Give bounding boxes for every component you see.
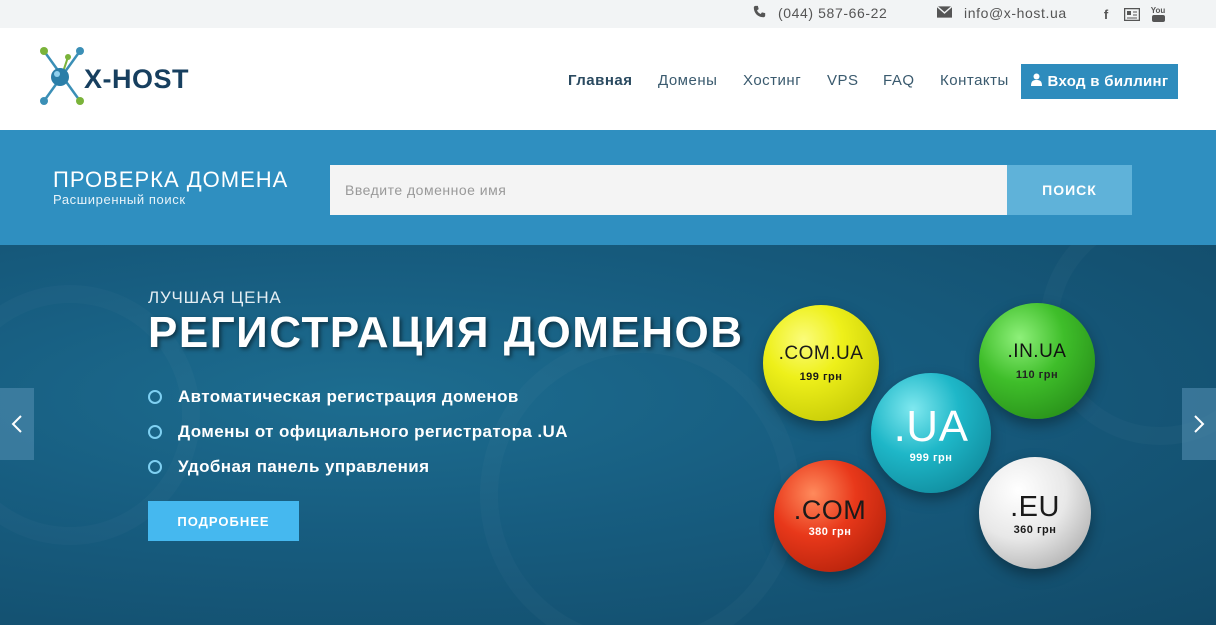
domain-ball-com[interactable]: .COM 380 грн <box>774 460 886 572</box>
feature-text: Удобная панель управления <box>178 457 430 476</box>
phone-number: (044) 587-66-22 <box>778 5 888 21</box>
nav-domains[interactable]: Домены <box>658 72 717 89</box>
domain-ball-eu[interactable]: .EU 360 грн <box>979 457 1091 569</box>
domain-price: 110 грн <box>1015 369 1059 381</box>
domain-zone: .COM.UA <box>778 343 864 364</box>
youtube-label: You <box>1150 5 1166 15</box>
domain-search-input[interactable] <box>330 165 1007 215</box>
domain-price: 380 грн <box>808 525 852 538</box>
facebook-icon[interactable]: f <box>1101 6 1111 22</box>
top-bar: (044) 587-66-22 info@x-host.ua f You <box>0 0 1216 28</box>
more-button[interactable]: ПОДРОБНЕЕ <box>148 501 299 541</box>
youtube-icon[interactable]: You <box>1151 6 1165 22</box>
chevron-left-icon <box>11 415 22 433</box>
envelope-icon <box>936 5 953 21</box>
domain-zone: .UA <box>893 402 969 451</box>
email-contact[interactable]: info@x-host.ua <box>936 5 1067 21</box>
domain-ball-in-ua[interactable]: .IN.UA 110 грн <box>979 303 1095 419</box>
circle-bullet-icon <box>148 390 162 404</box>
domain-price: 999 грн <box>909 452 953 464</box>
billing-login-button[interactable]: Вход в биллинг <box>1021 64 1178 99</box>
circle-bullet-icon <box>148 460 162 474</box>
feature-item: Автоматическая регистрация доменов <box>148 387 519 407</box>
nav-home[interactable]: Главная <box>568 72 633 89</box>
hero-label: ЛУЧШАЯ ЦЕНА <box>148 288 282 307</box>
news-icon[interactable] <box>1123 6 1141 22</box>
nav-vps[interactable]: VPS <box>827 72 859 89</box>
logo-text: X-HOST <box>84 64 190 94</box>
chevron-right-icon <box>1194 415 1205 433</box>
feature-text: Автоматическая регистрация доменов <box>178 387 519 406</box>
site-header: X-HOST Главная Домены Хостинг VPS FAQ Ко… <box>0 28 1216 130</box>
domain-zone: .IN.UA <box>1007 341 1067 362</box>
domain-zone: .EU <box>1010 490 1060 523</box>
atom-logo-icon <box>40 47 84 105</box>
nav-faq[interactable]: FAQ <box>883 72 915 89</box>
slider-next-button[interactable] <box>1182 388 1216 460</box>
domain-price: 199 грн <box>799 371 843 383</box>
feature-text: Домены от официального регистратора .UA <box>178 422 568 441</box>
phone-icon <box>753 5 766 21</box>
advanced-search-link[interactable]: Расширенный поиск <box>53 192 186 207</box>
billing-login-label: Вход в биллинг <box>1047 73 1169 90</box>
slider-prev-button[interactable] <box>0 388 34 460</box>
nav-hosting[interactable]: Хостинг <box>743 72 801 89</box>
email-address: info@x-host.ua <box>964 5 1067 21</box>
domain-search-button[interactable]: ПОИСК <box>1007 165 1132 215</box>
hero-decoration <box>480 335 800 625</box>
domain-zone: .COM <box>793 494 867 525</box>
logo[interactable]: X-HOST <box>38 45 208 107</box>
domain-price: 360 грн <box>1013 523 1057 536</box>
hero-title: РЕГИСТРАЦИЯ ДОМЕНОВ <box>148 308 744 357</box>
domain-ball-ua[interactable]: .UA 999 грн <box>871 373 991 493</box>
domain-check-section: ПРОВЕРКА ДОМЕНА Расширенный поиск ПОИСК <box>0 130 1216 245</box>
phone-contact[interactable]: (044) 587-66-22 <box>753 5 887 21</box>
user-icon <box>1030 73 1042 90</box>
feature-item: Домены от официального регистратора .UA <box>148 422 568 442</box>
circle-bullet-icon <box>148 425 162 439</box>
nav-contacts[interactable]: Контакты <box>940 72 1009 89</box>
domain-check-title: ПРОВЕРКА ДОМЕНА <box>53 167 289 192</box>
domain-ball-com-ua[interactable]: .COM.UA 199 грн <box>763 305 879 421</box>
hero-slider: ЛУЧШАЯ ЦЕНА РЕГИСТРАЦИЯ ДОМЕНОВ Автомати… <box>0 245 1216 625</box>
feature-item: Удобная панель управления <box>148 457 429 477</box>
